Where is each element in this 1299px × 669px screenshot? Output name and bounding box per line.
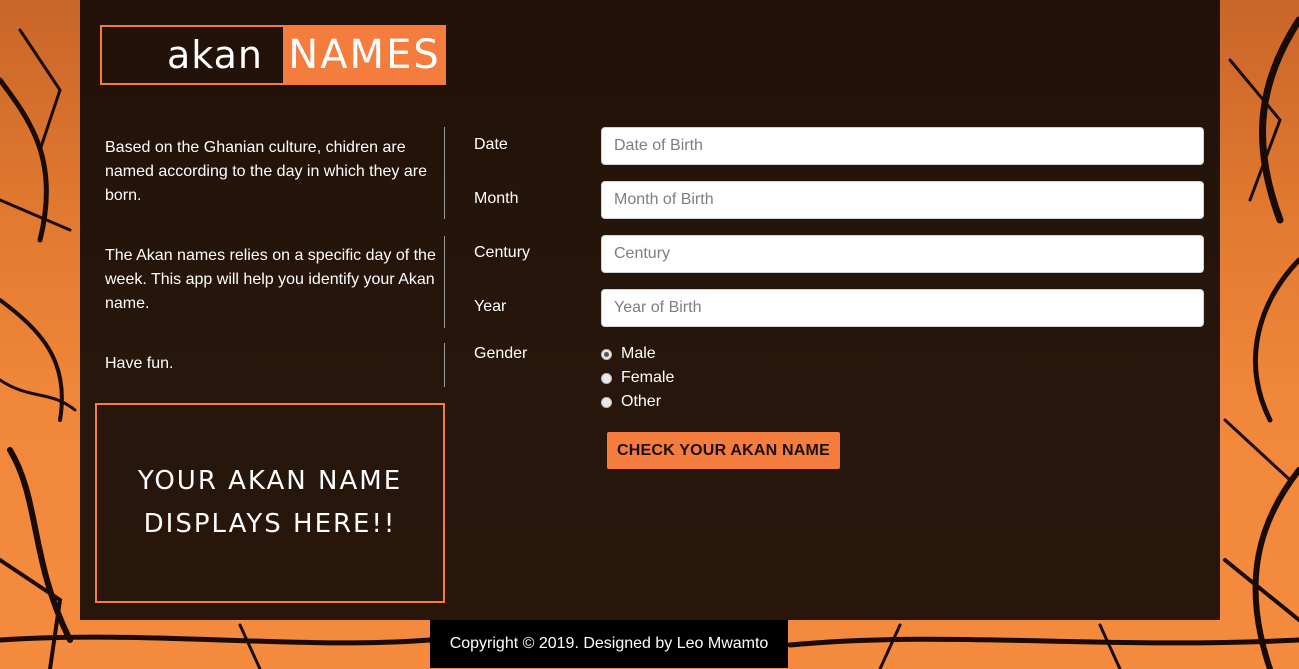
radio-label: Other [621, 393, 662, 410]
date-label: Date [474, 136, 508, 153]
info-divider [444, 127, 445, 219]
radio-label: Female [621, 369, 675, 386]
logo-names: NAMES [283, 25, 446, 85]
month-input[interactable] [601, 181, 1204, 219]
main-panel: akan NAMES Based on the Ghanian culture,… [80, 0, 1220, 620]
info-text: The Akan names relies on a specific day … [105, 247, 436, 312]
month-label: Month [474, 190, 519, 207]
info-divider [444, 236, 445, 328]
info-paragraph-fun: Have fun. [105, 352, 445, 376]
gender-label: Gender [474, 345, 528, 362]
check-akan-name-button[interactable]: CHECK YOUR AKAN NAME [607, 432, 840, 469]
info-text: Have fun. [105, 355, 174, 372]
copyright-text: Copyright © 2019. Designed by Leo Mwamto [449, 635, 769, 652]
logo-akan: akan [100, 25, 283, 85]
century-label: Century [474, 244, 531, 261]
footer: Copyright © 2019. Designed by Leo Mwamto [430, 620, 788, 668]
gender-option-other[interactable]: Other [601, 393, 661, 411]
akan-name-result: YOUR AKAN NAME DISPLAYS HERE!! [95, 403, 445, 603]
radio-female[interactable] [601, 372, 612, 384]
year-input[interactable] [601, 289, 1204, 327]
info-divider [444, 343, 445, 387]
info-paragraph-culture: Based on the Ghanian culture, chidren ar… [105, 136, 445, 208]
gender-option-female[interactable]: Female [601, 369, 674, 387]
info-paragraph-purpose: The Akan names relies on a specific day … [105, 244, 445, 316]
radio-other[interactable] [601, 396, 612, 408]
gender-option-male[interactable]: Male [601, 345, 656, 363]
date-input[interactable] [601, 127, 1204, 165]
radio-male[interactable] [601, 348, 612, 360]
century-input[interactable] [601, 235, 1204, 273]
info-text: Based on the Ghanian culture, chidren ar… [105, 139, 427, 204]
logo: akan NAMES [100, 25, 446, 85]
year-label: Year [474, 298, 507, 315]
radio-label: Male [621, 345, 656, 362]
